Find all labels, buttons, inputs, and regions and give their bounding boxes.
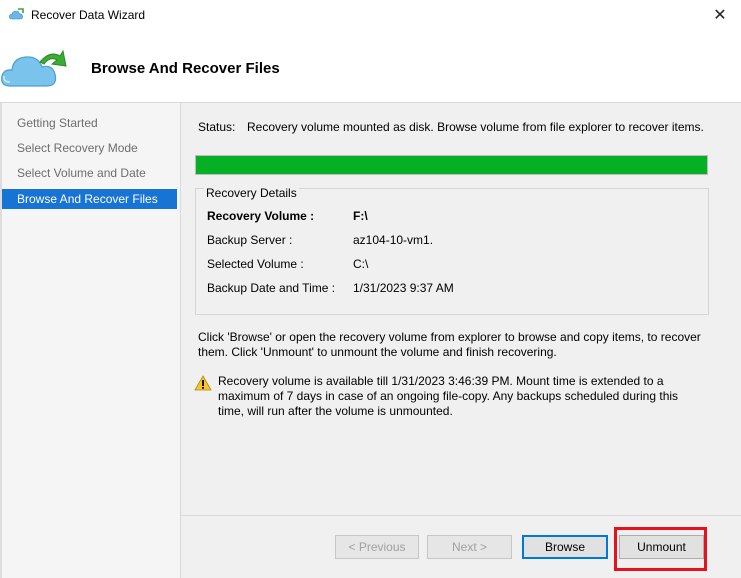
browse-button[interactable]: Browse	[522, 535, 608, 559]
progress-bar-fill	[196, 156, 707, 174]
sidebar-item-label: Browse And Recover Files	[17, 192, 158, 206]
status-text: Recovery volume mounted as disk. Browse …	[247, 120, 704, 134]
close-icon[interactable]: ✕	[705, 2, 735, 28]
sidebar-item-select-recovery-mode[interactable]: Select Recovery Mode	[2, 138, 177, 158]
progress-bar	[195, 155, 708, 175]
recovery-volume-label: Recovery Volume :	[207, 209, 315, 223]
warning-icon	[194, 375, 212, 391]
backup-date-label: Backup Date and Time :	[207, 281, 336, 295]
sidebar-item-label: Getting Started	[17, 116, 98, 130]
sidebar-item-select-volume-and-date[interactable]: Select Volume and Date	[2, 163, 177, 183]
wizard-content: Status: Recovery volume mounted as disk.…	[181, 103, 741, 578]
warning-text: Recovery volume is available till 1/31/2…	[218, 374, 679, 418]
sidebar-item-browse-and-recover-files[interactable]: Browse And Recover Files	[2, 189, 177, 209]
wizard-header: Browse And Recover Files	[0, 30, 741, 102]
title-bar: Recover Data Wizard ✕	[0, 0, 741, 30]
footer-divider	[181, 515, 741, 516]
selected-volume-label: Selected Volume :	[207, 257, 304, 271]
backup-date-value: 1/31/2023 9:37 AM	[353, 281, 454, 295]
status-label: Status:	[198, 120, 236, 134]
recovery-details-group: Recovery Details Recovery Volume : F:\ B…	[195, 186, 709, 315]
recovery-details-legend: Recovery Details	[204, 186, 299, 200]
previous-button[interactable]: < Previous	[335, 535, 419, 559]
cloud-icon	[9, 8, 24, 20]
page-title: Browse And Recover Files	[91, 60, 280, 77]
window-title: Recover Data Wizard	[31, 8, 146, 22]
recovery-volume-value: F:\	[353, 209, 368, 223]
next-button[interactable]: Next >	[427, 535, 512, 559]
sidebar-item-label: Select Recovery Mode	[17, 141, 138, 155]
backup-server-label: Backup Server :	[207, 233, 293, 247]
sidebar-item-getting-started[interactable]: Getting Started	[2, 113, 177, 133]
instructions-text: Click 'Browse' or open the recovery volu…	[198, 330, 701, 359]
sidebar-item-label: Select Volume and Date	[17, 166, 146, 180]
cloud-recovery-icon	[1, 49, 67, 87]
backup-server-value: az104-10-vm1.	[353, 233, 434, 247]
selected-volume-value: C:\	[353, 257, 369, 271]
unmount-button[interactable]: Unmount	[619, 535, 704, 559]
